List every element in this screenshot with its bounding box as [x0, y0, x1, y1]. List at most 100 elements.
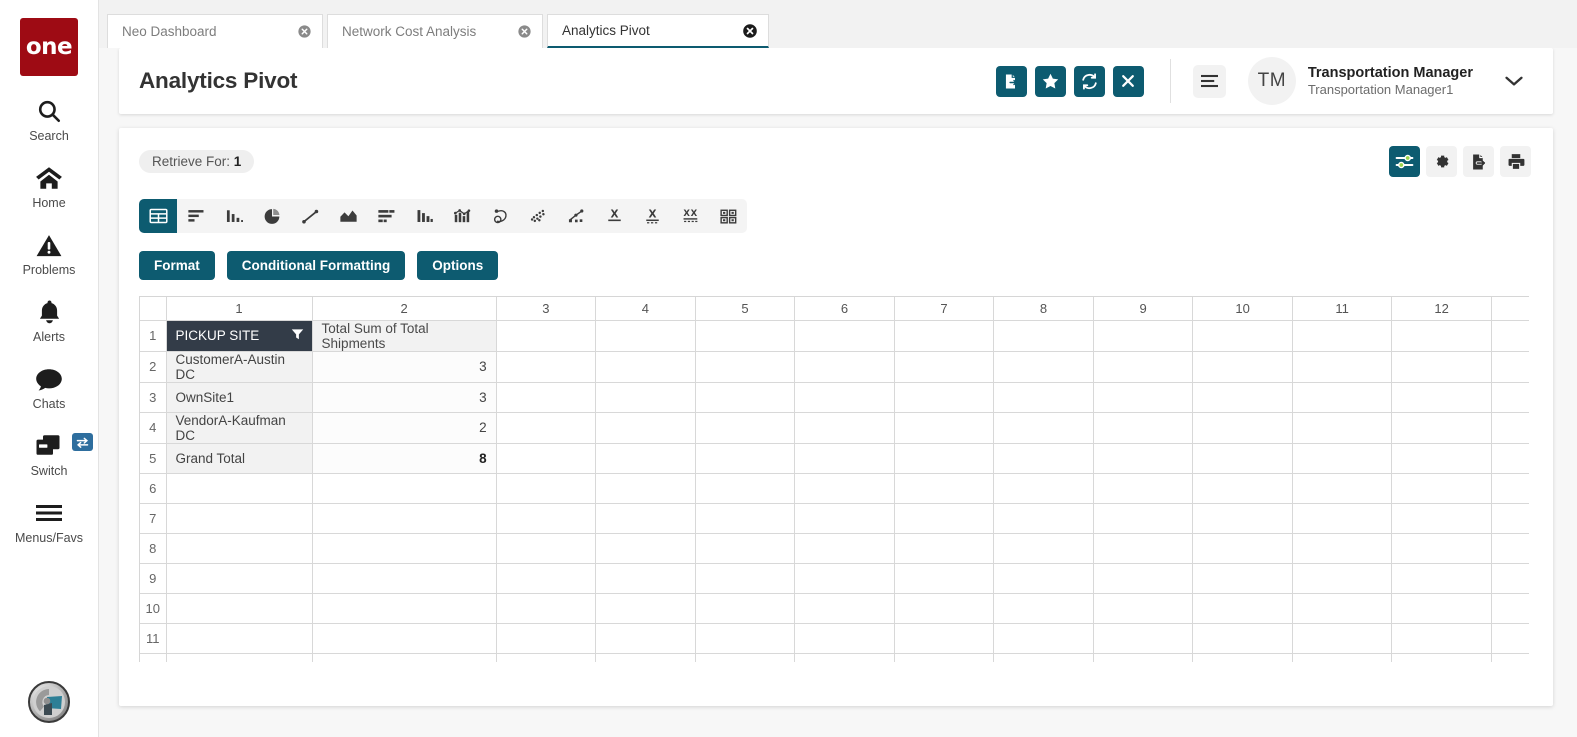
- grid-row-header[interactable]: 4: [140, 412, 166, 443]
- grid-column-header[interactable]: 2: [312, 297, 496, 320]
- horizontal-bar-chart[interactable]: [177, 199, 215, 233]
- grid-column-header[interactable]: 7: [894, 297, 994, 320]
- grid-cell[interactable]: [1292, 533, 1392, 563]
- grid-cell[interactable]: [496, 382, 596, 412]
- pivot-measure-header[interactable]: Total Sum of Total Shipments: [312, 320, 496, 351]
- grid-cell[interactable]: [312, 563, 496, 593]
- table-row[interactable]: [140, 653, 1529, 662]
- grid-row-header[interactable]: 6: [140, 473, 166, 503]
- grid-cell[interactable]: [994, 320, 1094, 351]
- grid-cell[interactable]: [496, 473, 596, 503]
- grid-cell[interactable]: [1193, 382, 1293, 412]
- grid-cell[interactable]: [1193, 320, 1293, 351]
- grid-cell[interactable]: [1193, 503, 1293, 533]
- grid-cell[interactable]: [1093, 351, 1193, 382]
- close-button[interactable]: [1113, 66, 1144, 97]
- pie-chart[interactable]: [253, 199, 291, 233]
- grid-column-header[interactable]: 4: [596, 297, 696, 320]
- table-row[interactable]: 8: [140, 533, 1529, 563]
- grid-cell[interactable]: [1292, 503, 1392, 533]
- grid-cell[interactable]: [894, 623, 994, 653]
- tab-analytics-pivot[interactable]: Analytics Pivot: [547, 14, 769, 48]
- grid-cell[interactable]: [166, 653, 312, 662]
- grid-cell[interactable]: [1491, 351, 1529, 382]
- grid-cell[interactable]: [695, 412, 795, 443]
- pivot-dimension-header[interactable]: PICKUP SITE: [166, 320, 312, 351]
- grid-cell[interactable]: [1491, 593, 1529, 623]
- tab-neo-dashboard[interactable]: Neo Dashboard: [107, 14, 323, 48]
- grid-cell[interactable]: [695, 320, 795, 351]
- grid-cell[interactable]: [1193, 473, 1293, 503]
- pivot-table[interactable]: 1234567891011121PICKUP SITETotal Sum of …: [140, 297, 1529, 662]
- table-row[interactable]: 7: [140, 503, 1529, 533]
- grid-cell[interactable]: [695, 623, 795, 653]
- grid-cell[interactable]: [795, 382, 895, 412]
- grid-cell[interactable]: [1392, 320, 1492, 351]
- grid-cell[interactable]: [1392, 351, 1492, 382]
- refresh-button[interactable]: [1074, 66, 1105, 97]
- grid-cell[interactable]: [166, 533, 312, 563]
- grid-cell[interactable]: [795, 503, 895, 533]
- grid-cell[interactable]: [166, 623, 312, 653]
- grid-cell[interactable]: [695, 563, 795, 593]
- table-row[interactable]: 1PICKUP SITETotal Sum of Total Shipments: [140, 320, 1529, 351]
- grid-cell[interactable]: [166, 563, 312, 593]
- retrieve-for-chip[interactable]: Retrieve For: 1: [139, 150, 254, 173]
- sidebar-item-alerts[interactable]: Alerts: [0, 297, 99, 344]
- grid-cell[interactable]: [596, 320, 696, 351]
- grid-cell[interactable]: [894, 653, 994, 662]
- grid-cell[interactable]: [994, 533, 1094, 563]
- grid-cell[interactable]: [1093, 320, 1193, 351]
- grid-cell[interactable]: [795, 593, 895, 623]
- grid-cell[interactable]: [1093, 412, 1193, 443]
- grid-cell[interactable]: [496, 653, 596, 662]
- grid-row-header[interactable]: 11: [140, 623, 166, 653]
- grid-cell[interactable]: [1292, 382, 1392, 412]
- grid-cell[interactable]: [894, 593, 994, 623]
- grid-cell[interactable]: [994, 623, 1094, 653]
- grid-cell[interactable]: [795, 623, 895, 653]
- grid-cell[interactable]: [1392, 503, 1492, 533]
- pivot-value-cell[interactable]: 2: [312, 412, 496, 443]
- grid-cell[interactable]: [994, 412, 1094, 443]
- grid-cell[interactable]: [695, 533, 795, 563]
- stacked-horizontal-bar-chart[interactable]: [367, 199, 405, 233]
- options-button[interactable]: Options: [417, 251, 498, 280]
- funnel-filter-icon[interactable]: [291, 328, 304, 343]
- grid-cell[interactable]: [1491, 653, 1529, 662]
- sidebar-item-search[interactable]: Search: [0, 96, 99, 143]
- grid-cell[interactable]: [1193, 443, 1293, 473]
- combo-chart[interactable]: [443, 199, 481, 233]
- grid-cell[interactable]: [166, 503, 312, 533]
- grid-cell[interactable]: [695, 593, 795, 623]
- grid-row-header[interactable]: 5: [140, 443, 166, 473]
- grid-cell[interactable]: [496, 351, 596, 382]
- grid-cell[interactable]: [1392, 473, 1492, 503]
- grid-cell[interactable]: [1491, 533, 1529, 563]
- grid-cell[interactable]: [695, 473, 795, 503]
- grid-cell[interactable]: [596, 533, 696, 563]
- grid-cell[interactable]: [994, 593, 1094, 623]
- grid-cell[interactable]: [496, 623, 596, 653]
- grid-cell[interactable]: [695, 503, 795, 533]
- grid-cell[interactable]: [795, 533, 895, 563]
- hamburger-menu-icon[interactable]: [1193, 65, 1226, 98]
- table-row[interactable]: 10: [140, 593, 1529, 623]
- tab-network-cost-analysis[interactable]: Network Cost Analysis: [327, 14, 543, 48]
- grid-cell[interactable]: [596, 653, 696, 662]
- grid-cell[interactable]: [596, 623, 696, 653]
- grid-cell[interactable]: [496, 443, 596, 473]
- grid-cell[interactable]: [894, 533, 994, 563]
- switch-badge[interactable]: [72, 433, 93, 451]
- close-circle-icon[interactable]: [516, 24, 532, 40]
- grid-cell[interactable]: [596, 593, 696, 623]
- grid-cell[interactable]: [1193, 593, 1293, 623]
- grid-cell[interactable]: [1292, 473, 1392, 503]
- pivot-dimension-cell[interactable]: Grand Total: [166, 443, 312, 473]
- grid-cell[interactable]: [894, 443, 994, 473]
- grid-cell[interactable]: [1491, 320, 1529, 351]
- avatar[interactable]: TM: [1248, 57, 1296, 105]
- table-row[interactable]: 9: [140, 563, 1529, 593]
- grid-cell[interactable]: [312, 653, 496, 662]
- grid-corner-cell[interactable]: [140, 297, 166, 320]
